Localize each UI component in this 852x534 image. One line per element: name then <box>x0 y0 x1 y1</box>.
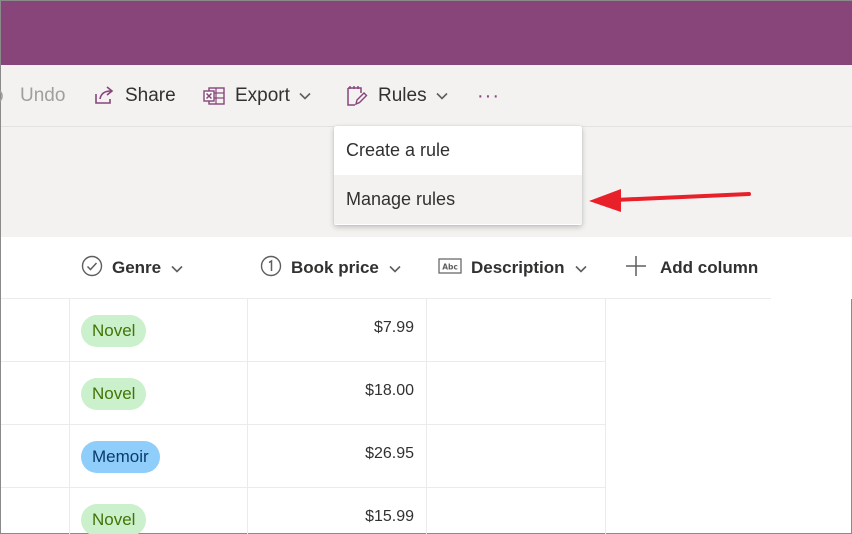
choice-check-icon <box>81 255 103 282</box>
plus-icon <box>625 255 647 282</box>
book-price-cell[interactable]: $26.95 <box>365 445 414 463</box>
genre-pill[interactable]: Novel <box>81 315 147 347</box>
chevron-down-icon <box>171 258 183 278</box>
rules-button[interactable]: Rules <box>346 65 448 127</box>
text-abc-icon: Abc <box>438 257 462 279</box>
cell-divider <box>247 488 248 534</box>
number-icon <box>260 255 282 282</box>
menu-item-manage-rules[interactable]: Manage rules <box>334 175 582 224</box>
add-column-button[interactable]: Add column <box>625 237 758 299</box>
rules-label: Rules <box>378 85 427 106</box>
cell-divider <box>247 299 248 361</box>
table-row[interactable]: Novel $15.99 <box>1 488 606 534</box>
chevron-down-icon <box>389 258 401 278</box>
column-header-genre[interactable]: Genre <box>81 237 183 299</box>
excel-icon <box>203 86 225 106</box>
cell-divider <box>247 362 248 424</box>
book-price-cell[interactable]: $15.99 <box>365 508 414 526</box>
cell-divider <box>69 362 70 424</box>
undo-icon <box>0 86 7 106</box>
cell-divider <box>605 299 606 361</box>
add-column-label: Add column <box>660 258 759 277</box>
column-header-description[interactable]: Abc Description <box>438 237 587 299</box>
export-label: Export <box>235 85 290 106</box>
undo-label: Undo <box>20 85 66 106</box>
book-price-cell[interactable]: $18.00 <box>365 382 414 400</box>
book-price-cell[interactable]: $7.99 <box>374 319 414 337</box>
cell-divider <box>69 425 70 487</box>
cell-divider <box>605 488 606 534</box>
table-row[interactable]: Memoir $26.95 <box>1 425 606 488</box>
share-label: Share <box>125 85 176 106</box>
rules-dropdown-menu: Create a rule Manage rules <box>334 126 582 225</box>
chevron-down-icon <box>436 92 448 100</box>
cell-divider <box>605 425 606 487</box>
column-header-label: Book price <box>291 258 379 277</box>
column-header-label: Description <box>471 258 565 277</box>
cell-divider <box>426 362 427 424</box>
column-header-book-price[interactable]: Book price <box>260 237 401 299</box>
more-icon: ··· <box>477 84 500 107</box>
more-options-button[interactable]: ··· <box>477 65 500 127</box>
cell-divider <box>247 425 248 487</box>
svg-text:Abc: Abc <box>442 262 458 271</box>
menu-item-create-rule[interactable]: Create a rule <box>334 126 582 175</box>
share-button[interactable]: Share <box>93 65 176 127</box>
cell-divider <box>69 488 70 534</box>
menu-item-label: Manage rules <box>346 189 456 209</box>
genre-pill[interactable]: Novel <box>81 504 147 534</box>
export-button[interactable]: Export <box>203 65 311 127</box>
menu-item-label: Create a rule <box>346 140 451 160</box>
cell-divider <box>426 425 427 487</box>
table-row[interactable]: Novel $7.99 <box>1 299 606 362</box>
suite-header-bar <box>1 1 852 65</box>
share-icon <box>93 86 115 106</box>
list-column-header-row: Genre Book price Abc Description Add col… <box>1 237 852 299</box>
genre-pill[interactable]: Novel <box>81 378 147 410</box>
annotation-arrow <box>585 179 755 226</box>
cell-divider <box>69 299 70 361</box>
chevron-down-icon <box>299 92 311 100</box>
cell-divider <box>605 362 606 424</box>
chevron-down-icon <box>574 258 587 278</box>
genre-pill[interactable]: Memoir <box>81 441 160 473</box>
cell-divider <box>426 299 427 361</box>
cell-divider <box>426 488 427 534</box>
rules-icon <box>346 85 368 107</box>
column-header-label: Genre <box>112 258 162 277</box>
command-bar: Undo Share Export Rules ··· <box>0 65 852 127</box>
table-row[interactable]: Novel $18.00 <box>1 362 606 425</box>
